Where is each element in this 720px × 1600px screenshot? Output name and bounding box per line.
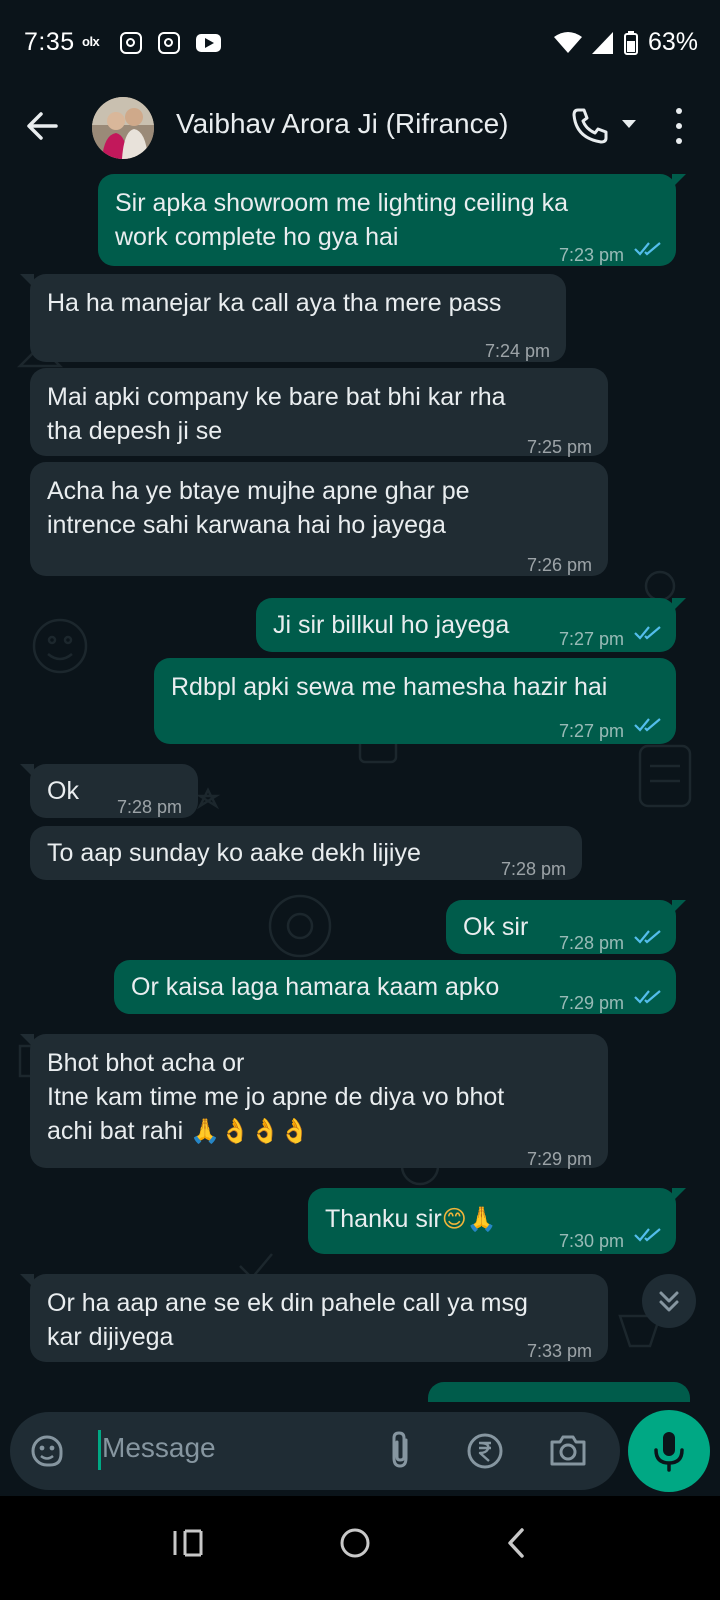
instagram-notification-icon [158,32,180,54]
message-time: 7:28 pm [558,933,624,953]
scroll-to-bottom-button[interactable] [642,1274,696,1328]
message-time: 7:24 pm [484,341,550,361]
message-text: Ok [47,777,79,805]
message-time: 7:23 pm [558,245,624,265]
back-nav-icon[interactable] [504,1526,528,1560]
message-time: 7:28 pm [500,859,566,879]
message-bubble-outgoing[interactable] [428,1382,690,1402]
message-bubble-outgoing[interactable]: Ok sir 7:28 pm [446,900,686,954]
composer-bar: Message [0,1406,720,1496]
system-navigation-bar [0,1496,720,1600]
arrow-left-icon[interactable] [22,106,62,146]
message-list[interactable]: Sir apka showroom me lighting ceiling ka… [0,166,720,1406]
more-vertical-icon[interactable] [670,108,688,144]
message-time: 7:29 pm [558,993,624,1013]
sticker-icon[interactable] [28,1432,66,1470]
message-text: To aap sunday ko aake dekh lijiye [47,839,421,867]
instagram-notification-icon [120,32,142,54]
mic-icon [654,1432,684,1472]
youtube-notification-icon [196,34,221,52]
message-bubble-incoming[interactable]: Mai apki company ke bare bat bhi kar rha… [30,368,608,457]
message-time: 7:25 pm [526,437,592,457]
contact-name[interactable]: Vaibhav Arora Ji (Rifrance) [176,108,509,140]
message-placeholder: Message [102,1432,216,1463]
message-time: 7:28 pm [116,797,182,817]
message-text: Rdbpl apki sewa me hamesha hazir hai [171,673,608,701]
ok-hand-icon: 👌 [279,1117,310,1145]
message-text: Thanku sir😊🙏 [325,1202,497,1236]
ok-hand-icon: 👌 [249,1117,280,1145]
home-icon[interactable] [338,1526,372,1560]
message-bubble-outgoing[interactable]: Or kaisa laga hamara kaam apko 7:29 pm [114,960,676,1014]
wifi-icon [553,31,582,53]
message-text: Mai apki company ke bare bat bhi kar rha… [47,383,506,445]
message-bubble-incoming[interactable]: Ok 7:28 pm [20,764,198,818]
message-time: 7:27 pm [558,629,624,649]
read-ticks-icon [634,718,661,732]
signal-icon [591,31,613,54]
message-text: Bhot bhot acha or Itne kam time me jo apn… [47,1046,504,1148]
message-bubble-outgoing[interactable]: Thanku sir😊🙏 7:30 pm [308,1188,686,1254]
paperclip-icon[interactable] [384,1430,418,1470]
message-time: 7:27 pm [558,721,624,741]
message-text: Or ha aap ane se ek din pahele call ya m… [47,1289,528,1351]
read-ticks-icon [634,930,661,944]
status-time: 7:35 [24,28,75,56]
read-ticks-icon [634,990,661,1004]
message-text: Acha ha ye btaye mujhe apne ghar pe intre… [47,477,470,539]
phone-icon[interactable] [568,104,612,148]
message-bubble-incoming[interactable]: Or ha aap ane se ek din pahele call ya m… [20,1274,608,1362]
message-bubble-incoming[interactable]: Ha ha manejar ka call aya tha mere pass … [20,274,566,362]
message-bubble-outgoing[interactable]: Ji sir billkul ho jayega 7:27 pm [256,598,686,652]
chat-header: Vaibhav Arora Ji (Rifrance) [0,86,720,166]
message-text: Ok sir [463,913,529,941]
recent-apps-icon[interactable] [172,1528,204,1558]
voice-message-button[interactable] [628,1410,710,1492]
message-bubble-incoming[interactable]: Bhot bhot acha or Itne kam time me jo apn… [20,1034,608,1169]
message-text: Or kaisa laga hamara kaam apko [131,973,500,1001]
battery-percentage: 63% [647,28,698,56]
double-chevron-down-icon [659,1291,679,1312]
message-text: Sir apka showroom me lighting ceiling ka… [115,189,568,251]
read-ticks-icon [634,1228,661,1242]
status-bar: 7:35 olx 63% [0,0,720,86]
read-ticks-icon [634,242,661,256]
message-bubble-incoming[interactable]: To aap sunday ko aake dekh lijiye 7:28 p… [30,826,582,880]
smiling-face-icon: 😊 [441,1205,467,1233]
chevron-down-icon[interactable] [622,120,636,128]
avatar[interactable] [92,97,154,159]
olx-notification-icon: olx [82,34,100,49]
message-time: 7:29 pm [526,1149,592,1169]
text-cursor [98,1430,101,1470]
message-time: 7:30 pm [558,1231,624,1251]
message-bubble-outgoing[interactable]: Sir apka showroom me lighting ceiling ka… [98,174,686,266]
folded-hands-icon: 🙏 [190,1117,221,1145]
folded-hands-icon: 🙏 [466,1205,497,1233]
message-bubble-incoming[interactable]: Acha ha ye btaye mujhe apne ghar pe intre… [30,462,608,576]
message-time: 7:26 pm [526,555,592,575]
message-time: 7:33 pm [526,1341,592,1361]
read-ticks-icon [634,626,661,640]
camera-icon[interactable] [548,1432,588,1468]
message-input[interactable]: Message [10,1412,620,1490]
ok-hand-icon: 👌 [220,1117,250,1145]
rupee-icon[interactable] [466,1432,504,1470]
battery-icon [623,30,638,55]
message-bubble-outgoing[interactable]: Rdbpl apki sewa me hamesha hazir hai 7:2… [154,658,676,744]
message-text: Ha ha manejar ka call aya tha mere pass [47,289,502,317]
message-text: Ji sir billkul ho jayega [273,611,510,639]
